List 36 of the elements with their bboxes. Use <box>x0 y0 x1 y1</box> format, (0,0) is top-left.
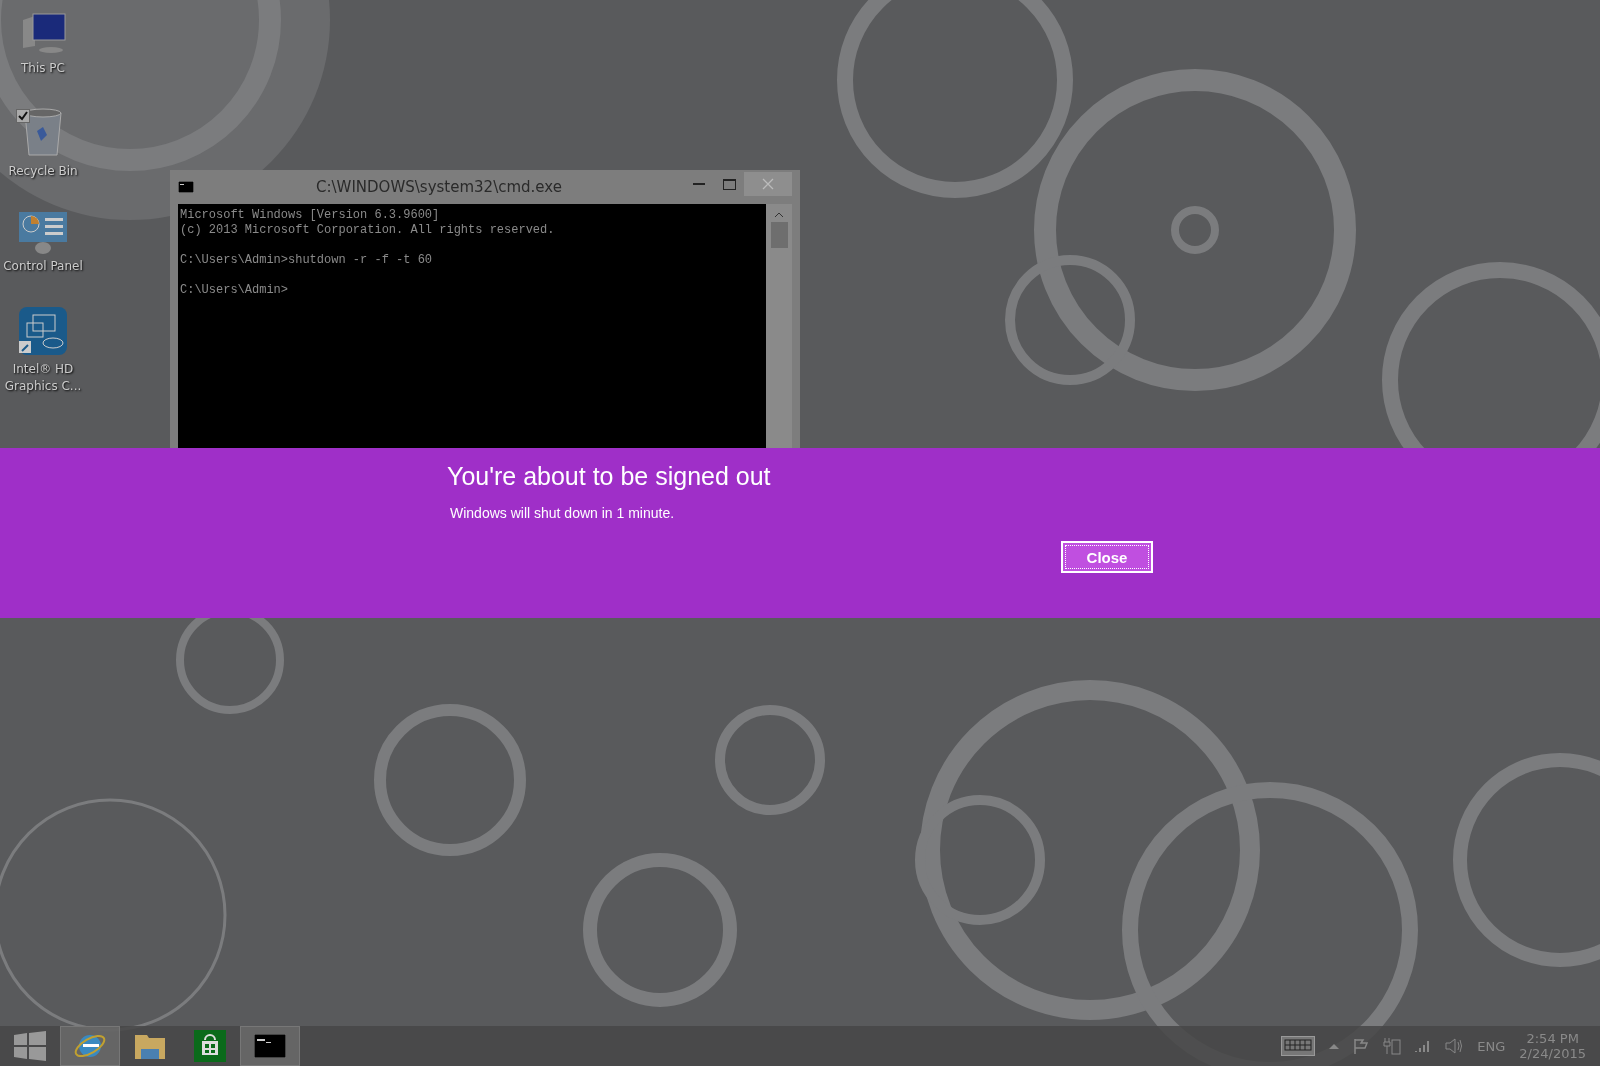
caret-up-icon[interactable] <box>1329 1043 1340 1049</box>
checkbox[interactable] <box>16 109 30 123</box>
scroll-thumb[interactable] <box>770 222 788 248</box>
control-panel-icon <box>17 210 69 254</box>
console-line: Microsoft Windows [Version 6.3.9600] <box>180 208 441 223</box>
desktop-icon-label[interactable]: Control Panel <box>0 258 86 275</box>
console-line: (c) 2013 Microsoft Corporation. All rights reserved. <box>180 223 556 238</box>
clock-date[interactable]: 2/24/2015 <box>1519 1046 1586 1061</box>
clock-time[interactable]: 2:54 PM <box>1526 1031 1579 1046</box>
windows-logo-icon <box>14 1031 46 1061</box>
scroll-up-icon <box>774 212 784 218</box>
console-line: C:\Users\Admin> <box>180 283 290 298</box>
console-line: C:\Users\Admin>shutdown -r -f -t 60 <box>180 253 434 268</box>
desktop-icon-label[interactable]: Recycle Bin <box>0 163 86 180</box>
speaker-icon[interactable] <box>1445 1038 1464 1054</box>
terminal-taskbar-button[interactable] <box>240 1026 300 1066</box>
language-indicator[interactable]: ENG <box>1477 1038 1506 1054</box>
signal-icon[interactable] <box>1415 1039 1432 1053</box>
window-title: C:\WINDOWS\system32\cmd.exe <box>315 178 563 196</box>
scrollbar[interactable] <box>766 204 792 448</box>
browser-taskbar-button[interactable] <box>60 1026 120 1066</box>
graphics-settings-icon <box>17 305 69 357</box>
desktop-icon-label[interactable]: Intel® HD Graphics C... <box>0 361 86 395</box>
notification-title: You're about to be signed out <box>447 462 771 491</box>
close-icon <box>762 178 774 190</box>
terminal-icon <box>254 1034 286 1058</box>
close-button[interactable]: Close <box>1061 541 1153 573</box>
flag-icon[interactable] <box>1353 1038 1370 1054</box>
maximize-icon <box>722 178 736 190</box>
battery-plug-icon[interactable] <box>1383 1037 1402 1055</box>
notification-message: Windows will shut down in 1 minute. <box>450 505 675 521</box>
keyboard-icon[interactable] <box>1281 1036 1316 1056</box>
store-icon <box>194 1030 226 1062</box>
desktop-icon-label[interactable]: This PC <box>0 60 86 77</box>
minimize-icon <box>693 183 705 185</box>
terminal-icon <box>178 181 194 193</box>
